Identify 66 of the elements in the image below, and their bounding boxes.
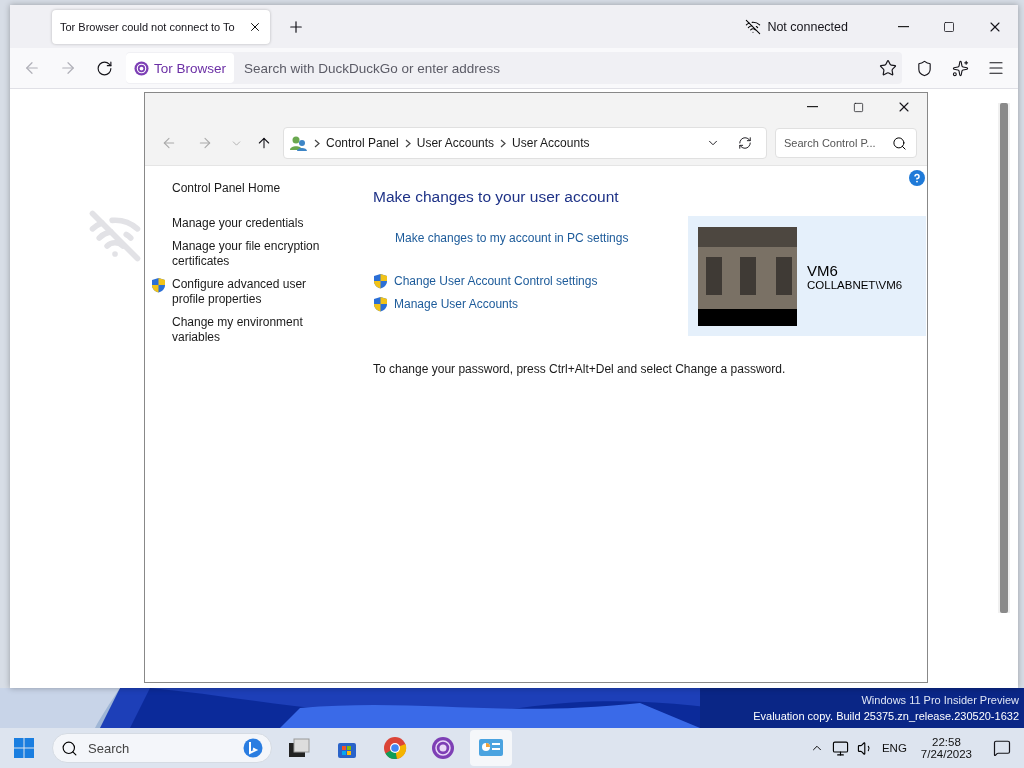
connection-status: Not connected [767,19,848,34]
up-icon [256,135,272,151]
sidebar-link[interactable]: Change my environment variables [172,315,322,345]
account-name: VM6 [807,261,839,279]
no-signal-icon [88,209,142,263]
scrollbar-thumb[interactable] [1000,103,1008,613]
windows-logo-icon [14,738,34,758]
chevron-icon [404,138,411,148]
password-note: To change your password, press Ctrl+Alt+Del and select Change a password. [373,362,787,376]
back-icon [23,59,41,77]
task-link[interactable]: Make changes to my account in PC settings [395,230,629,245]
forward-icon [197,135,213,151]
onion-icon [431,736,455,760]
identity-button[interactable]: Tor Browser [126,53,234,83]
no-signal-icon [745,18,762,35]
breadcrumb-item[interactable]: User Accounts [416,136,495,150]
star-icon [879,59,897,77]
windows-stack-icon [287,737,311,759]
message-icon [993,739,1011,757]
minimize-icon [897,25,909,28]
shield-icon [151,277,166,293]
sidebar-link[interactable]: Manage your file encryption certificates [172,239,322,269]
search-icon [61,739,78,757]
maximize-icon [943,20,955,33]
sparkle-broom-icon [951,59,969,77]
browser-tab[interactable]: Tor Browser could not connect to To [52,9,270,44]
shield-icon [373,295,388,312]
minimize-icon [806,106,818,108]
task-link[interactable]: Change User Account Control settings [394,273,598,288]
chevron-icon [314,138,320,148]
menu-icon [987,59,1005,77]
search-input[interactable]: Search [86,739,235,757]
page-heading: Make changes to your user account [373,188,620,206]
language-indicator[interactable]: ENG [881,742,907,754]
clock-time[interactable]: 22:58 [932,736,961,748]
shield-icon [373,272,388,289]
browser-ball-icon [383,736,407,760]
onion-icon [134,60,149,76]
sidebar-link[interactable]: Control Panel Home [172,181,322,196]
sidebar-link[interactable]: Configure advanced user profile properties [172,277,322,307]
sidebar-link[interactable]: Manage your credentials [172,216,322,231]
reload-icon [95,59,113,77]
taskbar-search-field[interactable]: Search [52,733,272,763]
users-icon [290,135,308,151]
clock-date[interactable]: 7/24/2023 [920,748,972,760]
b-logo-icon [243,738,263,758]
maximize-icon [852,101,864,113]
address-field[interactable]: Search with DuckDuckGo or enter address [242,59,866,77]
forward-icon [59,59,77,77]
shield-icon [915,59,933,77]
control-panel-icon [478,737,504,759]
edition-text: Windows 11 Pro Insider Preview [861,693,1019,708]
address-bar[interactable]: Tor Browser Search with DuckDuckGo or enter address [126,52,902,84]
edition-text: Evaluation copy. Build 25375.zn_release.230520-1632 [753,709,1019,724]
back-icon [161,135,177,151]
account-domain: COLLABNET\VM6 [807,278,903,291]
breadcrumb-item[interactable]: Control Panel [326,136,399,150]
refresh-icon [738,136,752,150]
search-field[interactable]: Search Control P... [775,128,917,158]
task-link[interactable]: Manage User Accounts [394,296,519,311]
help-icon[interactable] [909,170,925,186]
breadcrumb-item[interactable]: User Accounts [512,136,590,150]
search-icon [892,135,907,151]
network-icon [831,739,849,757]
search-input[interactable]: Search Control P... [784,137,888,149]
chevron-icon [500,138,507,148]
